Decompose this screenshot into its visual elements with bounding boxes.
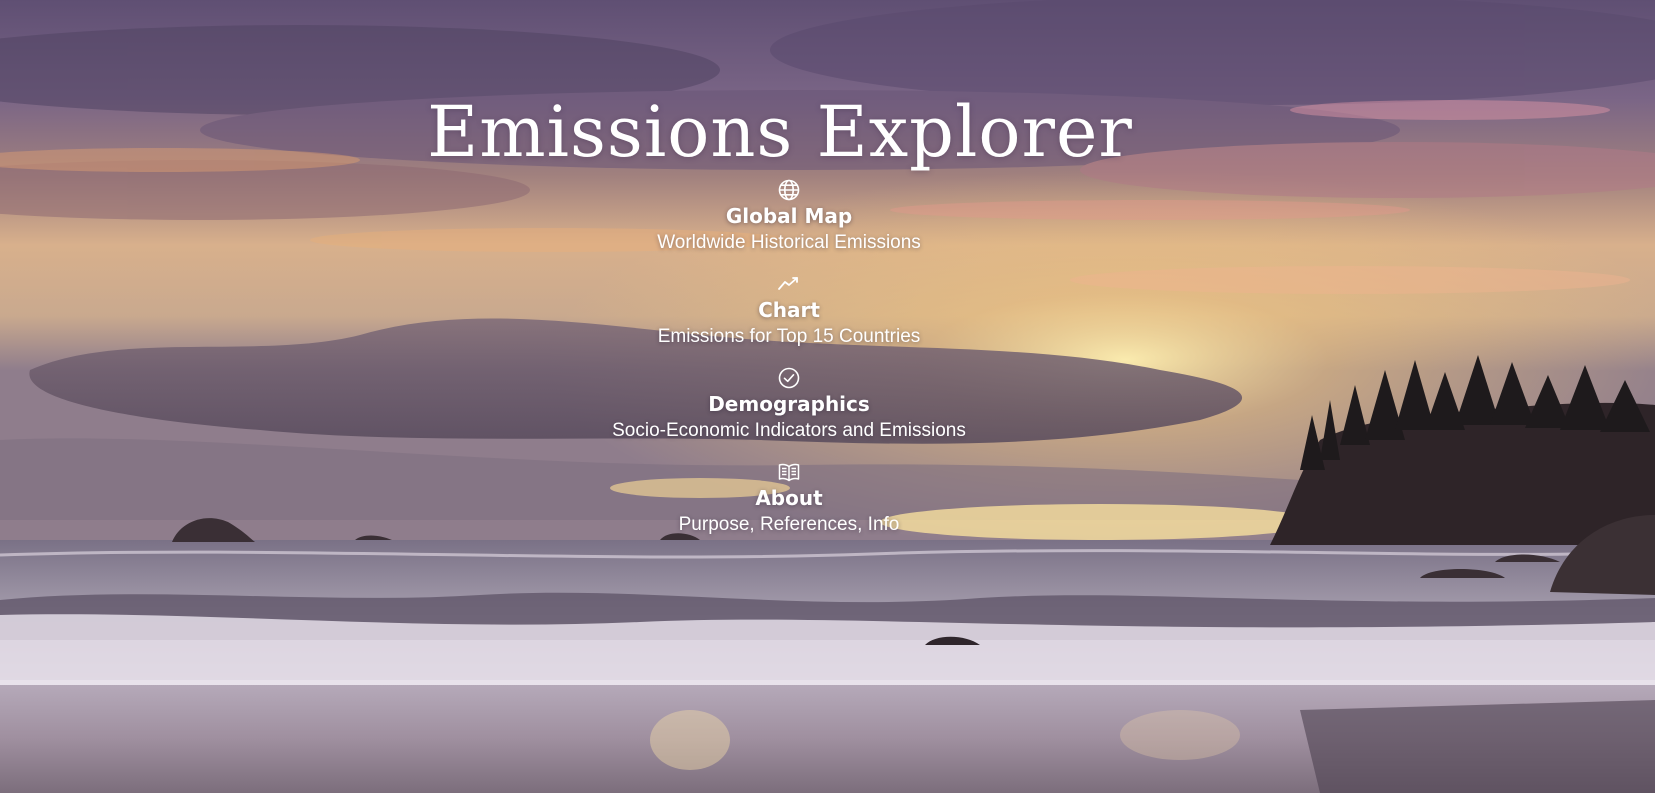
nav-item-description: Socio-Economic Indicators and Emissions — [612, 420, 966, 441]
nav-item-description: Worldwide Historical Emissions — [657, 232, 921, 253]
nav-item-description: Purpose, References, Info — [678, 514, 900, 535]
globe-icon — [777, 178, 801, 202]
nav-item-label: Demographics — [708, 392, 870, 416]
landing-content: Emissions Explorer Global Map Worldwide … — [0, 0, 1655, 793]
page-title: Emissions Explorer — [427, 90, 1133, 173]
nav-item-label: Chart — [758, 298, 820, 322]
nav-item-label: Global Map — [725, 204, 853, 228]
line-chart-icon — [777, 272, 801, 296]
nav-item-about[interactable]: About Purpose, References, Info — [589, 460, 989, 554]
nav-item-label: About — [755, 486, 823, 510]
nav-item-global-map[interactable]: Global Map Worldwide Historical Emission… — [589, 178, 989, 272]
nav-item-description: Emissions for Top 15 Countries — [657, 326, 921, 347]
main-navigation: Global Map Worldwide Historical Emission… — [589, 178, 989, 554]
check-circle-icon — [777, 366, 801, 390]
open-book-icon — [777, 460, 801, 484]
nav-item-demographics[interactable]: Demographics Socio-Economic Indicators a… — [589, 366, 989, 460]
nav-item-chart[interactable]: Chart Emissions for Top 15 Countries — [589, 272, 989, 366]
